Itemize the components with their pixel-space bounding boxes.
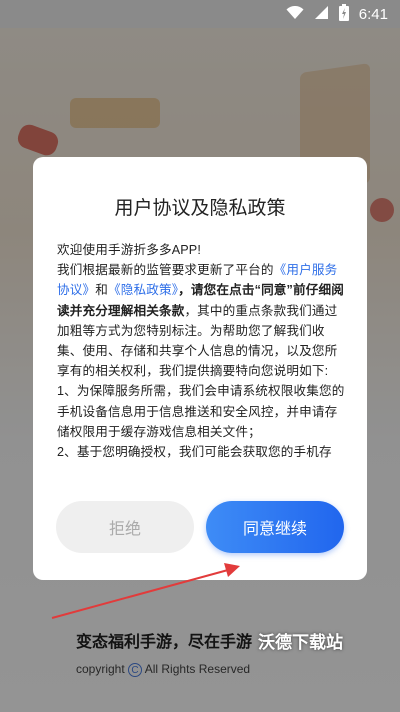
watermark-text: 沃德下载站 (258, 633, 343, 652)
wifi-icon (286, 5, 304, 24)
status-time: 6:41 (358, 5, 388, 23)
annotation-arrow-icon (51, 563, 240, 619)
battery-icon (338, 3, 349, 25)
status-bar: 6:41 (0, 0, 400, 28)
signal-icon (314, 5, 329, 24)
